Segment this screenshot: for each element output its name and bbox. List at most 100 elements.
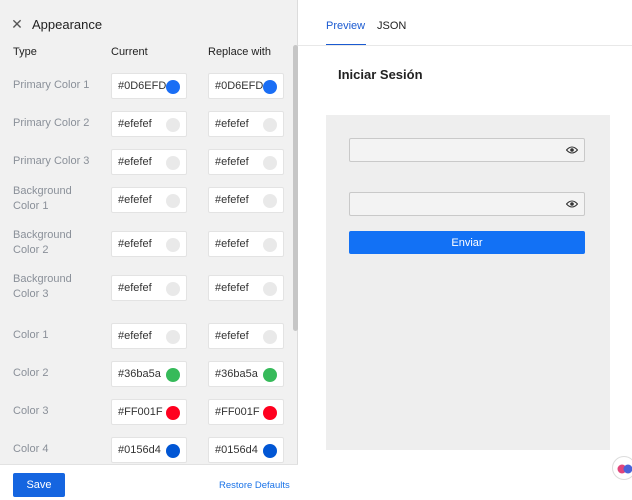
replace-color-value: #efefef xyxy=(215,238,249,250)
current-color-value: #FF001F xyxy=(118,406,163,418)
type-label-line: Primary Color 1 xyxy=(13,79,90,91)
color-type-label: Color 1 xyxy=(13,328,103,343)
restore-defaults-link[interactable]: Restore Defaults xyxy=(219,480,290,491)
color-swatch[interactable] xyxy=(166,330,180,344)
appearance-panel: ✕ Appearance Type Current Replace with P… xyxy=(0,0,298,500)
type-label-line: Background xyxy=(13,273,72,285)
color-swatch[interactable] xyxy=(166,194,180,208)
replace-color-input[interactable]: #0D6EFD xyxy=(208,73,284,99)
assistant-button[interactable] xyxy=(612,456,632,480)
preview-header: Iniciar Sesión xyxy=(326,53,610,115)
color-swatch[interactable] xyxy=(166,80,180,94)
replace-color-input[interactable]: #FF001F xyxy=(208,399,284,425)
color-swatch[interactable] xyxy=(166,156,180,170)
brain-icon xyxy=(617,464,632,474)
color-swatch[interactable] xyxy=(263,156,277,170)
color-swatch[interactable] xyxy=(166,118,180,132)
current-color-input[interactable]: #0156d4 xyxy=(111,437,187,463)
replace-color-value: #efefef xyxy=(215,156,249,168)
eye-icon[interactable] xyxy=(566,199,578,209)
login-title: Iniciar Sesión xyxy=(338,67,423,82)
color-swatch[interactable] xyxy=(263,406,277,420)
replace-color-input[interactable]: #efefef xyxy=(208,275,284,301)
color-swatch[interactable] xyxy=(166,406,180,420)
current-color-value: #0156d4 xyxy=(118,444,161,456)
current-color-value: #0D6EFD xyxy=(118,80,167,92)
replace-color-value: #efefef xyxy=(215,282,249,294)
color-swatch[interactable] xyxy=(263,330,277,344)
color-rows: Primary Color 1 #0D6EFD #0D6EFD Primary Col… xyxy=(0,66,290,464)
color-swatch[interactable] xyxy=(166,282,180,296)
tab-divider xyxy=(298,45,632,46)
type-label-line: Color 1 xyxy=(13,329,49,341)
color-type-label: Color 3 xyxy=(13,404,103,419)
current-color-value: #efefef xyxy=(118,238,152,250)
color-type-label: Primary Color 3 xyxy=(13,154,103,169)
type-label-line: Background xyxy=(13,185,72,197)
color-swatch[interactable] xyxy=(263,238,277,252)
type-label-line: Background xyxy=(13,229,72,241)
replace-color-input[interactable]: #efefef xyxy=(208,187,284,213)
password-field-1[interactable] xyxy=(349,138,585,162)
replace-color-value: #FF001F xyxy=(215,406,260,418)
color-type-label: Primary Color 1 xyxy=(13,78,103,93)
type-label-line: Color 1 xyxy=(13,200,49,212)
column-header-current: Current xyxy=(111,46,148,58)
panel-title: Appearance xyxy=(32,17,103,32)
current-color-input[interactable]: #efefef xyxy=(111,275,187,301)
color-swatch[interactable] xyxy=(263,80,277,94)
replace-color-input[interactable]: #0156d4 xyxy=(208,437,284,463)
replace-color-value: #efefef xyxy=(215,330,249,342)
color-swatch[interactable] xyxy=(263,194,277,208)
current-color-input[interactable]: #0D6EFD xyxy=(111,73,187,99)
color-swatch[interactable] xyxy=(263,118,277,132)
submit-button[interactable]: Enviar xyxy=(349,231,585,254)
panel-header: ✕ Appearance xyxy=(0,0,298,50)
tab-preview[interactable]: Preview xyxy=(326,20,365,32)
save-button[interactable]: Save xyxy=(13,473,65,497)
current-color-input[interactable]: #efefef xyxy=(111,323,187,349)
current-color-input[interactable]: #efefef xyxy=(111,231,187,257)
current-color-input[interactable]: #efefef xyxy=(111,149,187,175)
color-swatch[interactable] xyxy=(263,444,277,458)
close-icon[interactable]: ✕ xyxy=(10,17,24,31)
type-label-line: Primary Color 3 xyxy=(13,155,90,167)
current-color-value: #efefef xyxy=(118,118,152,130)
current-color-value: #efefef xyxy=(118,330,152,342)
current-color-input[interactable]: #efefef xyxy=(111,111,187,137)
current-color-input[interactable]: #efefef xyxy=(111,187,187,213)
color-swatch[interactable] xyxy=(263,282,277,296)
replace-color-value: #efefef xyxy=(215,118,249,130)
current-color-value: #efefef xyxy=(118,282,152,294)
color-type-label: Background Color 1 xyxy=(13,184,103,214)
eye-icon[interactable] xyxy=(566,145,578,155)
replace-color-input[interactable]: #efefef xyxy=(208,149,284,175)
replace-color-input[interactable]: #efefef xyxy=(208,111,284,137)
color-type-label: Background Color 2 xyxy=(13,228,103,258)
replace-color-value: #0D6EFD xyxy=(215,80,264,92)
type-label-line: Color 4 xyxy=(13,443,49,455)
color-type-label: Primary Color 2 xyxy=(13,116,103,131)
current-color-value: #efefef xyxy=(118,156,152,168)
current-color-input[interactable]: #36ba5a xyxy=(111,361,187,387)
type-label-line: Color 2 xyxy=(13,367,49,379)
color-swatch[interactable] xyxy=(166,368,180,382)
type-label-line: Color 2 xyxy=(13,244,49,256)
current-color-input[interactable]: #FF001F xyxy=(111,399,187,425)
current-color-value: #efefef xyxy=(118,194,152,206)
color-swatch[interactable] xyxy=(166,444,180,458)
replace-color-input[interactable]: #efefef xyxy=(208,323,284,349)
color-type-label: Color 2 xyxy=(13,366,103,381)
replace-color-input[interactable]: #efefef xyxy=(208,231,284,257)
replace-color-input[interactable]: #36ba5a xyxy=(208,361,284,387)
replace-color-value: #36ba5a xyxy=(215,368,258,380)
replace-color-value: #efefef xyxy=(215,194,249,206)
color-swatch[interactable] xyxy=(263,368,277,382)
column-header-replace: Replace with xyxy=(208,46,271,58)
panel-footer: Save Restore Defaults xyxy=(0,464,298,500)
type-label-line: Color 3 xyxy=(13,405,49,417)
tab-json[interactable]: JSON xyxy=(377,20,406,32)
color-swatch[interactable] xyxy=(166,238,180,252)
password-field-2[interactable] xyxy=(349,192,585,216)
type-label-line: Color 3 xyxy=(13,288,49,300)
